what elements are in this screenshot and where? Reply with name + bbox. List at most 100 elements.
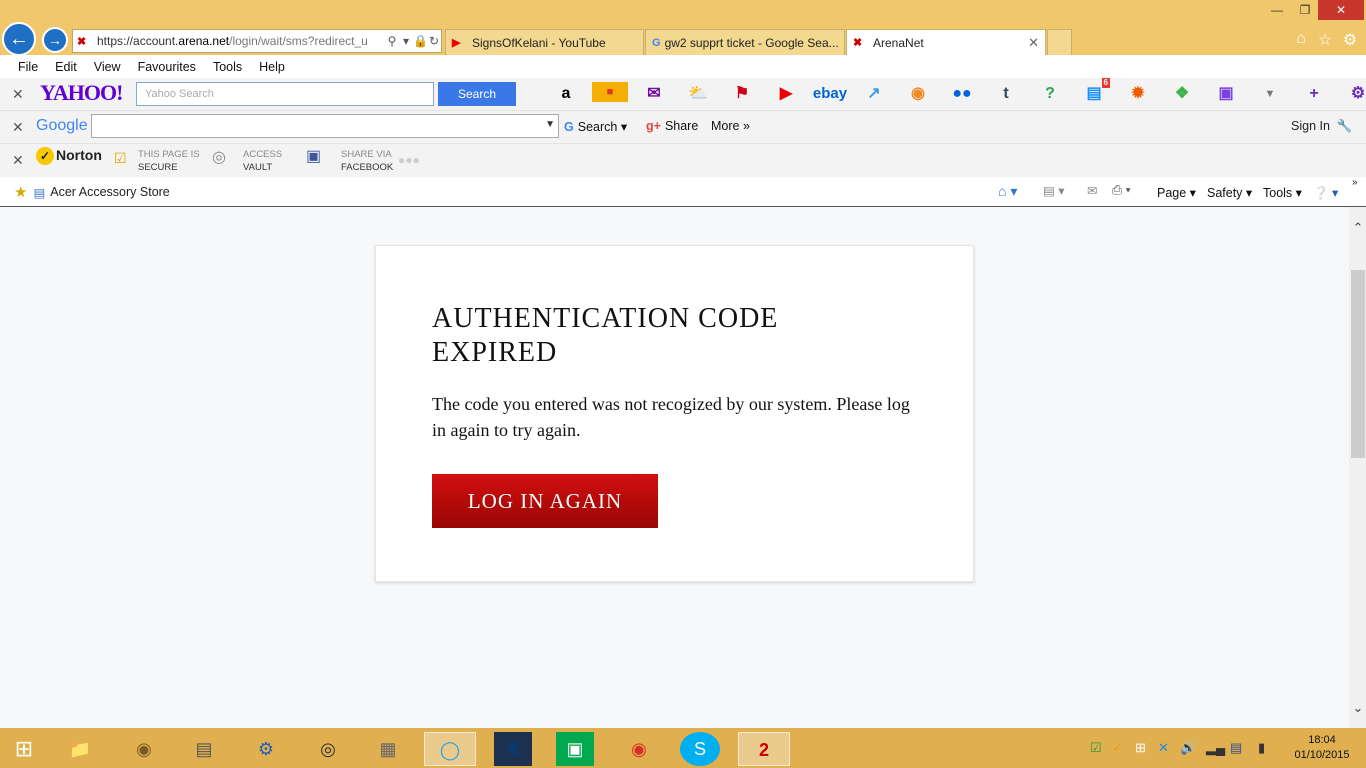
menu-help[interactable]: Help bbox=[259, 60, 285, 74]
internet-explorer-icon[interactable]: ◯ bbox=[424, 732, 476, 766]
settings-icon[interactable]: ⚙ bbox=[1340, 82, 1366, 106]
windows-start-icon[interactable]: ⊞ bbox=[4, 732, 44, 766]
refresh-icon[interactable]: ↻ bbox=[427, 34, 441, 48]
scroll-down-icon[interactable]: ⌄ bbox=[1350, 700, 1366, 716]
google-search-button[interactable]: G Search ▾ bbox=[564, 119, 627, 135]
dropdown-icon[interactable]: ▼ bbox=[1252, 82, 1288, 106]
yahoo-search-input[interactable]: Yahoo Search bbox=[136, 82, 434, 106]
security-tray-icon[interactable]: ☑ bbox=[1090, 740, 1102, 756]
feeds-icon[interactable]: ▤ ▾ bbox=[1043, 183, 1065, 198]
google-share-button[interactable]: g+ Share bbox=[646, 119, 698, 133]
grid-app-icon[interactable]: ▦ bbox=[368, 732, 408, 766]
home-icon[interactable]: ⌂ ▾ bbox=[998, 183, 1017, 200]
weather-icon[interactable]: ⛅ bbox=[680, 82, 716, 106]
norton-logo[interactable]: ✓ Norton bbox=[36, 147, 102, 165]
finance-icon[interactable]: ↗ bbox=[856, 82, 892, 106]
menu-view[interactable]: View bbox=[94, 60, 121, 74]
close-toolbar-icon[interactable]: ✕ bbox=[12, 152, 24, 169]
more-dots-icon[interactable]: ●●● bbox=[398, 153, 420, 167]
help-icon[interactable]: ❔ ▾ bbox=[1313, 185, 1338, 201]
close-tab-icon[interactable]: ✕ bbox=[1028, 35, 1039, 51]
skype-icon[interactable]: S bbox=[680, 732, 720, 766]
minimize-button[interactable]: — bbox=[1262, 0, 1292, 20]
scroll-up-icon[interactable]: ⌃ bbox=[1350, 220, 1366, 236]
address-url[interactable]: https://account.arena.net/login/wait/sms… bbox=[97, 34, 385, 48]
wrench-icon[interactable]: 🔧 bbox=[1337, 119, 1353, 133]
media-app-icon[interactable]: ◉ bbox=[124, 732, 164, 766]
close-toolbar-icon[interactable]: ✕ bbox=[12, 119, 24, 136]
chevron-right-icon[interactable]: » bbox=[1352, 177, 1358, 188]
youtube-icon[interactable]: ▶ bbox=[768, 82, 804, 106]
control-panel-icon[interactable]: ⚙ bbox=[246, 732, 286, 766]
plus-icon[interactable]: + bbox=[1296, 82, 1332, 106]
ebay-text-icon[interactable]: ebay bbox=[812, 82, 848, 106]
back-button[interactable]: ← bbox=[2, 22, 36, 56]
file-explorer-icon[interactable]: 📁 bbox=[60, 732, 100, 766]
print-icon[interactable]: ⎙ ▾ bbox=[1112, 183, 1131, 198]
norton-facebook-share[interactable]: ▣ SHARE VIA FACEBOOK bbox=[306, 148, 393, 174]
yahoo-search-button[interactable]: Search bbox=[438, 82, 516, 106]
mail-icon[interactable]: ✉ bbox=[636, 82, 672, 106]
log-in-again-button[interactable]: LOG IN AGAIN bbox=[432, 474, 658, 528]
scrollbar-thumb[interactable] bbox=[1351, 270, 1365, 458]
favorites-star-icon[interactable]: ☆ bbox=[1315, 30, 1335, 50]
basketball-icon[interactable]: ◉ bbox=[900, 82, 936, 106]
battery-icon[interactable]: ▮ bbox=[1258, 740, 1265, 756]
news-icon[interactable]: ▤ 6 bbox=[1076, 78, 1112, 106]
norton-vault-button[interactable]: ◎ ACCESS VAULT bbox=[212, 148, 282, 174]
ebay-icon[interactable]: ■ bbox=[592, 82, 628, 102]
norton-tray-icon[interactable]: ✓ bbox=[1112, 740, 1123, 756]
movies-icon[interactable]: ▣ bbox=[1208, 82, 1244, 106]
tab-google-search[interactable]: G gw2 supprt ticket - Google Sea... bbox=[645, 29, 845, 55]
new-tab-button[interactable] bbox=[1047, 29, 1072, 55]
doc-app-icon[interactable]: ▤ bbox=[184, 732, 224, 766]
google-sign-in-link[interactable]: Sign In 🔧 bbox=[1291, 119, 1352, 134]
chevron-down-icon[interactable]: ▼ bbox=[545, 119, 555, 130]
tab-youtube[interactable]: ▶ SignsOfKelani - YouTube bbox=[445, 29, 644, 55]
tumblr-icon[interactable]: t bbox=[988, 82, 1024, 106]
read-mail-icon[interactable]: ✉ bbox=[1087, 183, 1097, 198]
menu-favourites[interactable]: Favourites bbox=[138, 60, 196, 74]
bluetooth-tray-icon[interactable]: ✕ bbox=[1158, 740, 1169, 756]
volume-icon[interactable]: 🔊 bbox=[1180, 740, 1196, 756]
tab-arenanet[interactable]: ✖ ArenaNet ✕ bbox=[846, 29, 1046, 55]
menu-file[interactable]: File bbox=[18, 60, 38, 74]
yahoo-toolbar: ✕ YAHOO! Yahoo Search Search a ■ ✉ ⛅ ⚑ ▶… bbox=[0, 78, 1366, 111]
flickr-icon[interactable]: ●● bbox=[944, 82, 980, 106]
google-search-input[interactable]: ▼ bbox=[91, 114, 559, 138]
network-icon[interactable]: ▂▄ bbox=[1206, 740, 1225, 756]
close-window-button[interactable]: ✕ bbox=[1318, 0, 1364, 20]
speaker-app-icon[interactable]: ◎ bbox=[308, 732, 348, 766]
norton-secure-badge[interactable]: ☑ THIS PAGE IS SECURE bbox=[114, 148, 200, 174]
yahoo-logo[interactable]: YAHOO! bbox=[40, 80, 123, 106]
menu-tools[interactable]: Tools bbox=[213, 60, 242, 74]
favourites-item-acer[interactable]: ★ ▤ Acer Accessory Store bbox=[14, 183, 170, 201]
restore-button[interactable]: ❐ bbox=[1290, 0, 1320, 20]
amazon-icon[interactable]: a bbox=[548, 82, 584, 106]
close-toolbar-icon[interactable]: ✕ bbox=[12, 86, 24, 103]
forward-button[interactable]: → bbox=[42, 27, 68, 53]
tools-menu[interactable]: Tools ▾ bbox=[1263, 185, 1302, 200]
system-clock[interactable]: 18:04 01/10/2015 bbox=[1284, 733, 1360, 763]
guild-wars-2-icon[interactable]: 2 bbox=[738, 732, 790, 766]
language-icon[interactable]: ▤ bbox=[1230, 740, 1242, 756]
address-bar[interactable]: ✖ https://account.arena.net/login/wait/s… bbox=[72, 29, 442, 53]
sun-icon[interactable]: ✹ bbox=[1120, 82, 1156, 106]
safety-menu[interactable]: Safety ▾ bbox=[1207, 185, 1252, 200]
windows-tray-icon[interactable]: ⊞ bbox=[1135, 740, 1146, 756]
page-menu[interactable]: Page ▾ bbox=[1157, 185, 1196, 200]
menu-edit[interactable]: Edit bbox=[55, 60, 77, 74]
answers-icon[interactable]: ? bbox=[1032, 82, 1068, 106]
tag-icon[interactable]: ❖ bbox=[1164, 82, 1200, 106]
gear-icon[interactable]: ⚙ bbox=[1340, 30, 1360, 50]
google-more-button[interactable]: More » bbox=[711, 119, 750, 133]
home-icon[interactable]: ⌂ bbox=[1291, 30, 1311, 50]
chrome-icon[interactable]: ◉ bbox=[614, 732, 664, 766]
store-icon[interactable]: ▣ bbox=[556, 732, 594, 766]
bookmark-icon[interactable]: ⚑ bbox=[724, 82, 760, 106]
add-favourite-star-icon[interactable]: ★ bbox=[14, 183, 27, 201]
search-icon[interactable]: ⚲ bbox=[385, 34, 399, 48]
battlenet-icon[interactable]: ❋ bbox=[494, 732, 532, 766]
dropdown-icon[interactable]: ▾ bbox=[399, 34, 413, 48]
lock-icon[interactable]: 🔒 bbox=[413, 34, 428, 48]
